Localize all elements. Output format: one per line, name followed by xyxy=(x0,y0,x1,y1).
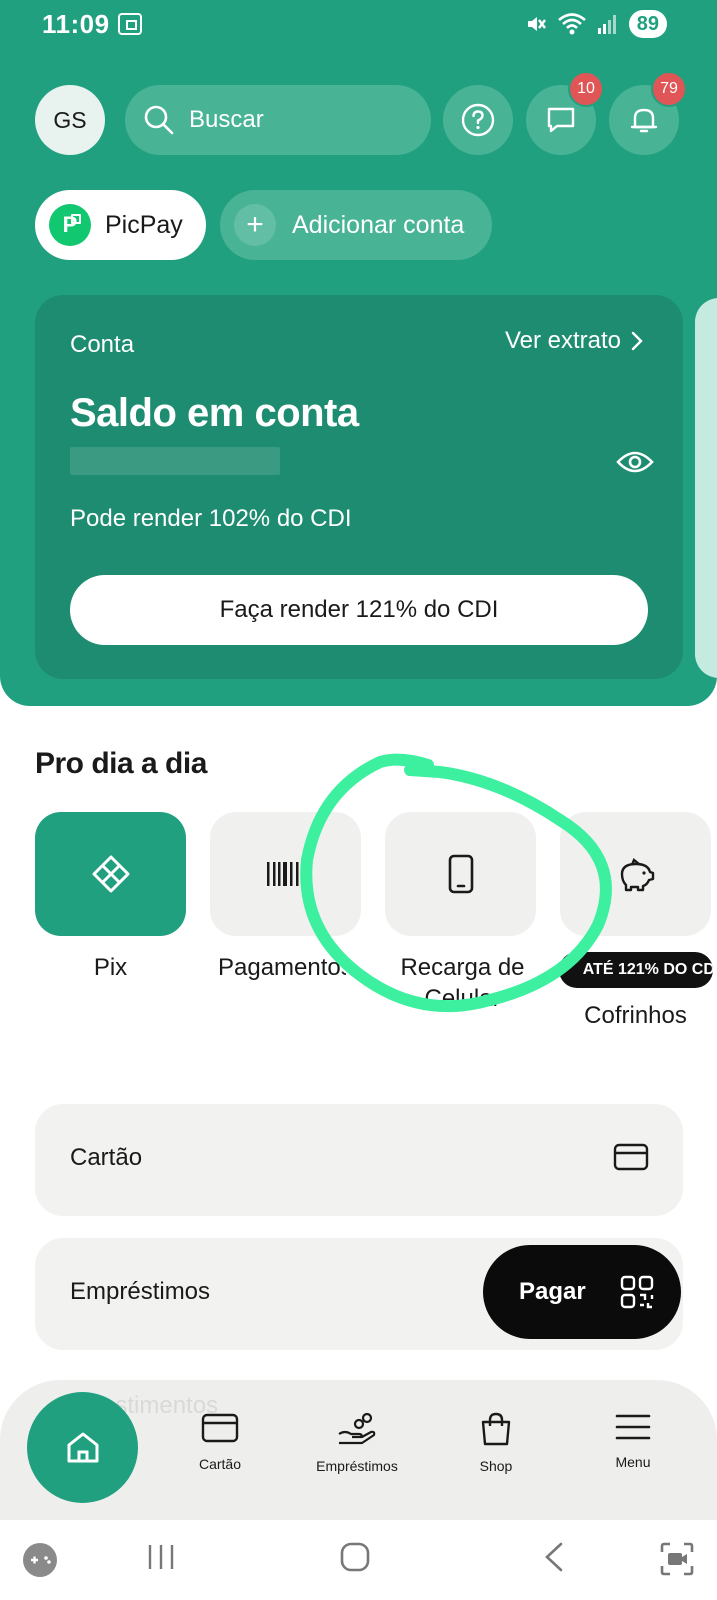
add-account-label: Adicionar conta xyxy=(292,210,465,239)
boost-yield-button[interactable]: Faça render 121% do CDI xyxy=(70,575,648,645)
piggy-bank-icon xyxy=(620,858,654,892)
recent-apps-icon[interactable] xyxy=(146,1542,176,1572)
nav-cartao[interactable]: Cartão xyxy=(165,1412,275,1472)
status-icons: 89 xyxy=(525,10,667,38)
game-launcher-icon[interactable] xyxy=(22,1542,58,1578)
avatar[interactable]: GS xyxy=(35,85,105,155)
statement-link[interactable]: Ver extrato xyxy=(505,327,643,355)
notifications-button[interactable]: 79 xyxy=(609,71,687,155)
search-placeholder: Buscar xyxy=(189,106,264,133)
promo-tag-text: ATÉ 121% DO CDI xyxy=(582,961,713,978)
balance-title: Saldo em conta xyxy=(70,391,359,435)
menu-icon xyxy=(615,1414,651,1440)
notifications-badge: 79 xyxy=(651,71,687,107)
screen-capture-icon[interactable] xyxy=(660,1542,694,1576)
shortcut-cofrinhos[interactable] xyxy=(560,812,711,936)
row-cartao[interactable]: Cartão xyxy=(35,1104,683,1216)
chat-icon xyxy=(547,107,575,133)
eye-icon[interactable] xyxy=(615,447,655,477)
nav-shop[interactable]: Shop xyxy=(441,1412,551,1474)
picpay-logo-icon: P xyxy=(49,204,91,246)
plus-icon: + xyxy=(234,204,276,246)
shortcut-recarga-label: Recarga de Celular xyxy=(400,954,525,1012)
nav-emprestimos[interactable]: Empréstimos xyxy=(302,1412,412,1474)
cdi-yield-text: Pode render 102% do CDI xyxy=(70,505,352,532)
account-picpay-label: PicPay xyxy=(105,210,183,239)
card-icon xyxy=(201,1413,239,1443)
nav-cartao-label: Cartão xyxy=(198,1456,242,1472)
home-icon xyxy=(67,1432,98,1462)
mute-icon xyxy=(527,17,546,31)
add-account-button[interactable]: + Adicionar conta xyxy=(220,190,492,260)
shortcut-pix-label: Pix xyxy=(93,954,128,981)
back-icon[interactable] xyxy=(543,1542,565,1572)
system-nav-bar xyxy=(0,1520,717,1600)
shortcut-pagamentos-label: Pagamentos xyxy=(218,954,346,981)
barcode-icon xyxy=(266,862,304,886)
messages-badge: 10 xyxy=(568,71,604,107)
shortcut-recarga[interactable] xyxy=(385,812,536,936)
header-section: 11:09 89 GS Buscar 10 79 P PicPay + Adic… xyxy=(0,0,717,706)
nav-menu-label: Menu xyxy=(615,1454,651,1470)
shortcut-pix[interactable] xyxy=(35,812,186,936)
section-title: Pro dia a dia xyxy=(35,747,207,780)
bell-icon xyxy=(630,108,658,133)
home-system-icon[interactable] xyxy=(340,1542,370,1572)
pix-icon xyxy=(92,855,129,893)
signal-icon xyxy=(597,15,616,34)
status-time: 11:09 xyxy=(42,9,110,39)
card-icon xyxy=(613,1143,649,1171)
status-bar: 11:09 89 xyxy=(0,0,717,48)
help-button[interactable] xyxy=(443,85,513,155)
nav-shop-label: Shop xyxy=(479,1458,513,1474)
shortcut-cofrinhos-label: Cofrinhos xyxy=(584,1002,687,1029)
promo-tag: ATÉ 121% DO CDI xyxy=(559,952,713,988)
hidden-balance-value xyxy=(70,447,280,475)
nav-menu[interactable]: Menu xyxy=(578,1412,688,1470)
pay-button[interactable]: Pagar xyxy=(483,1245,681,1339)
nav-home-button[interactable] xyxy=(27,1392,138,1503)
account-picpay[interactable]: P PicPay xyxy=(35,190,206,260)
shortcut-pagamentos[interactable] xyxy=(210,812,361,936)
pay-button-label: Pagar xyxy=(519,1278,586,1305)
wifi-icon xyxy=(557,13,586,35)
chevron-right-icon xyxy=(631,331,643,351)
help-icon xyxy=(461,103,495,137)
battery-indicator: 89 xyxy=(628,10,667,38)
qr-code-icon xyxy=(620,1275,653,1309)
next-card-peek[interactable] xyxy=(695,298,717,678)
search-icon xyxy=(144,105,174,135)
screen-record-icon xyxy=(118,13,142,35)
hand-coins-icon xyxy=(338,1412,376,1445)
row-emprestimos-label: Empréstimos xyxy=(70,1278,211,1305)
phone-icon xyxy=(448,854,473,894)
statement-link-label: Ver extrato xyxy=(504,327,621,354)
card-account-label: Conta xyxy=(70,331,135,358)
search-input[interactable]: Buscar xyxy=(125,85,431,155)
messages-button[interactable]: 10 xyxy=(526,71,604,155)
row-cartao-label: Cartão xyxy=(70,1144,143,1171)
nav-emprestimos-label: Empréstimos xyxy=(316,1458,398,1474)
shopping-bag-icon xyxy=(481,1412,511,1446)
balance-card: Conta Ver extrato Saldo em conta Pode re… xyxy=(35,295,683,679)
